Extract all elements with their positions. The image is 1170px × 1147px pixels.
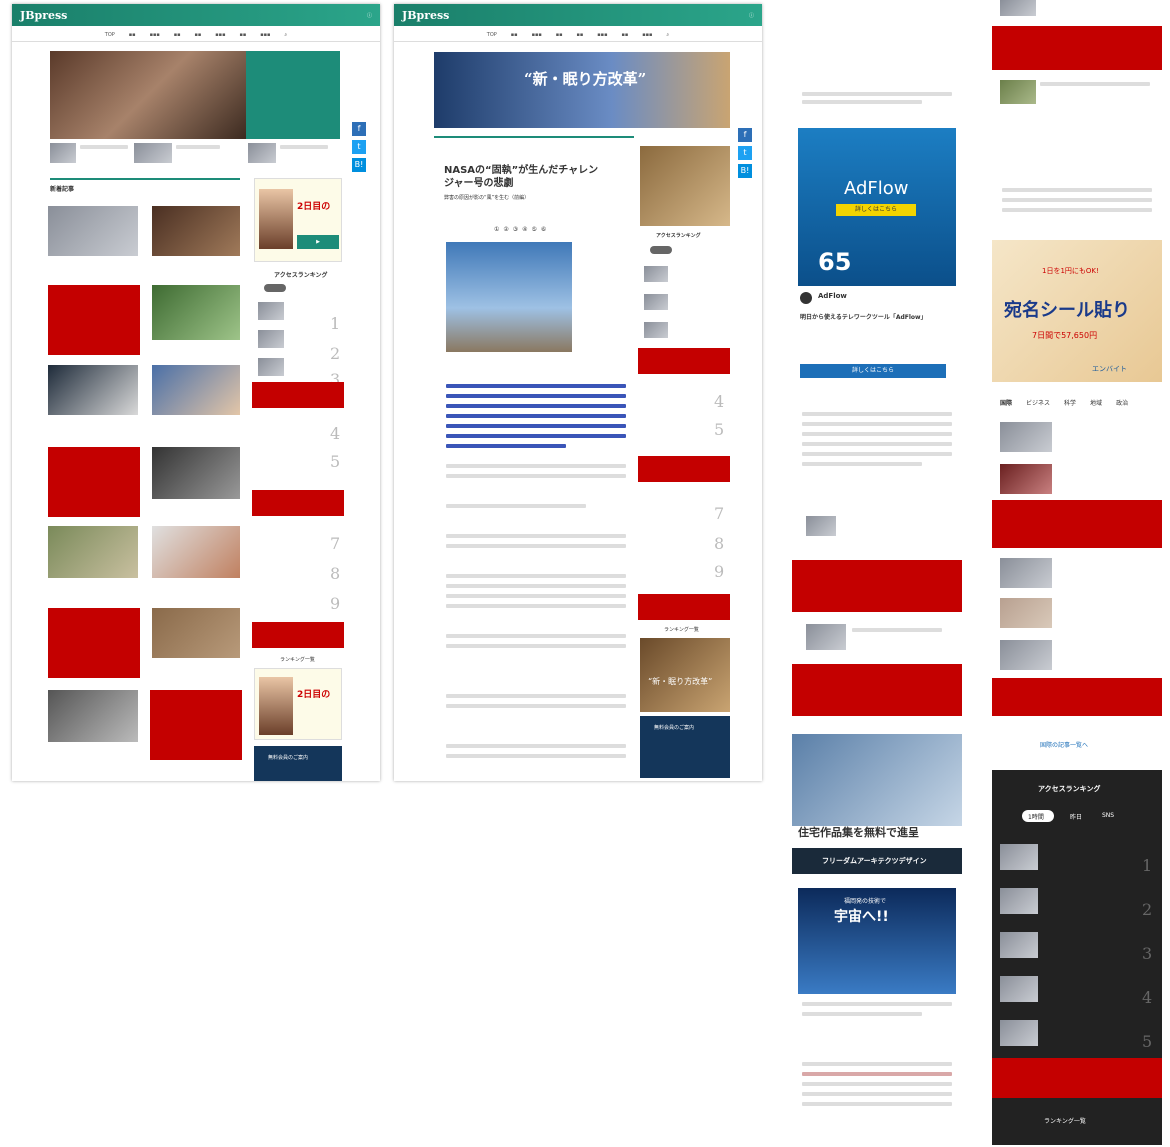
member-guide[interactable]: 無料会員のご案内 <box>254 746 342 781</box>
twitter-icon[interactable]: t <box>352 140 366 154</box>
article-title: NASAの“固執”が生んだチャレンジャー号の悲劇 <box>444 165 599 189</box>
hatena-icon[interactable]: B! <box>352 158 366 172</box>
hero-image[interactable] <box>50 51 246 139</box>
tab-0[interactable]: 国際 <box>1000 398 1012 410</box>
banner-ad[interactable]: “新・眠り方改革” <box>434 52 730 128</box>
side-ad-2[interactable]: 2日目の <box>254 668 342 740</box>
ad-placeholder <box>48 285 140 355</box>
site-logo[interactable]: JBpress <box>402 9 449 22</box>
screenshot-4: 1日を1円にもOK! 宛名シール貼り 7日間で57,650円 エンバイト 国際 … <box>992 0 1162 1145</box>
side-ad-2[interactable]: “新・眠り方改革” <box>640 638 730 712</box>
house-ad[interactable] <box>792 734 962 826</box>
article-subtitle: 弊害の原因が影の“風”を生む（前編） <box>444 195 530 201</box>
pagination[interactable]: ①②③④⑤⑥ <box>494 226 550 233</box>
facebook-icon[interactable]: f <box>738 128 752 142</box>
space-ad[interactable]: 福岡発の技術で 宇宙へ!! <box>798 888 956 994</box>
side-ad-hotel[interactable] <box>640 146 730 226</box>
nav-bar: TOP ▪▪ ▪▪▪ ▪▪ ▪▪ ▪▪▪ ▪▪ ▪▪▪ ⌕ <box>12 28 380 42</box>
screenshot-1: JBpress ⓘ TOP ▪▪ ▪▪▪ ▪▪ ▪▪ ▪▪▪ ▪▪ ▪▪▪ ⌕ 新着記事 2日目… <box>12 4 380 781</box>
member-guide[interactable]: 無料会員のご案内 <box>640 716 730 778</box>
ranking-more-link[interactable]: ランキング一覧 <box>664 626 699 633</box>
search-icon[interactable]: ⌕ <box>666 32 669 38</box>
section-title: 新着記事 <box>50 186 75 193</box>
dark-ranking-panel: アクセスランキング 1時間 昨日 SNS 1 2 3 4 5 ランキング一覧 <box>992 770 1162 1145</box>
nav-bar: TOP ▪▪ ▪▪▪ ▪▪ ▪▪ ▪▪▪ ▪▪ ▪▪▪ ⌕ <box>394 28 762 42</box>
category-more-link[interactable]: 国際の記事一覧へ <box>1040 740 1088 749</box>
ranking-more-link[interactable]: ランキング一覧 <box>1044 1116 1086 1125</box>
site-logo[interactable]: JBpress <box>20 9 67 22</box>
ranking-title: アクセスランキング <box>656 233 701 239</box>
header: JBpress ⓘ <box>394 4 762 26</box>
adflow-card-button[interactable]: 詳しくはこちら <box>800 364 946 378</box>
side-ad-1[interactable]: 2日目の ▶ <box>254 178 342 262</box>
tab-4[interactable]: 政治 <box>1116 398 1128 410</box>
header: JBpress ⓘ <box>12 4 380 26</box>
twitter-icon[interactable]: t <box>738 146 752 160</box>
screenshot-2: JBpress ⓘ TOP ▪▪ ▪▪▪ ▪▪ ▪▪ ▪▪▪ ▪▪ ▪▪▪ ⌕ “新・眠り方改革… <box>394 4 762 781</box>
tab-3[interactable]: 地域 <box>1090 398 1102 410</box>
facebook-icon[interactable]: f <box>352 122 366 136</box>
tab-2[interactable]: 科学 <box>1064 398 1076 410</box>
category-tabs: 国際 ビジネス 科学 地域 政治 <box>1000 398 1156 410</box>
adflow-ad[interactable]: AdFlow 詳しくはこちら 65 <box>798 128 956 286</box>
article-image <box>446 242 572 352</box>
ranking-more-link[interactable]: ランキング一覧 <box>280 656 315 663</box>
tab-1[interactable]: ビジネス <box>1026 398 1050 410</box>
hatena-icon[interactable]: B! <box>738 164 752 178</box>
screenshot-3: AdFlow 詳しくはこちら 65 AdFlow 明日から使えるテレワークツール… <box>792 72 962 1145</box>
search-icon[interactable]: ⌕ <box>284 32 287 38</box>
ranking-title: アクセスランキング <box>274 272 328 279</box>
seal-ad[interactable]: 1日を1円にもOK! 宛名シール貼り 7日間で57,650円 エンバイト <box>992 240 1162 382</box>
hero-list <box>246 51 340 139</box>
